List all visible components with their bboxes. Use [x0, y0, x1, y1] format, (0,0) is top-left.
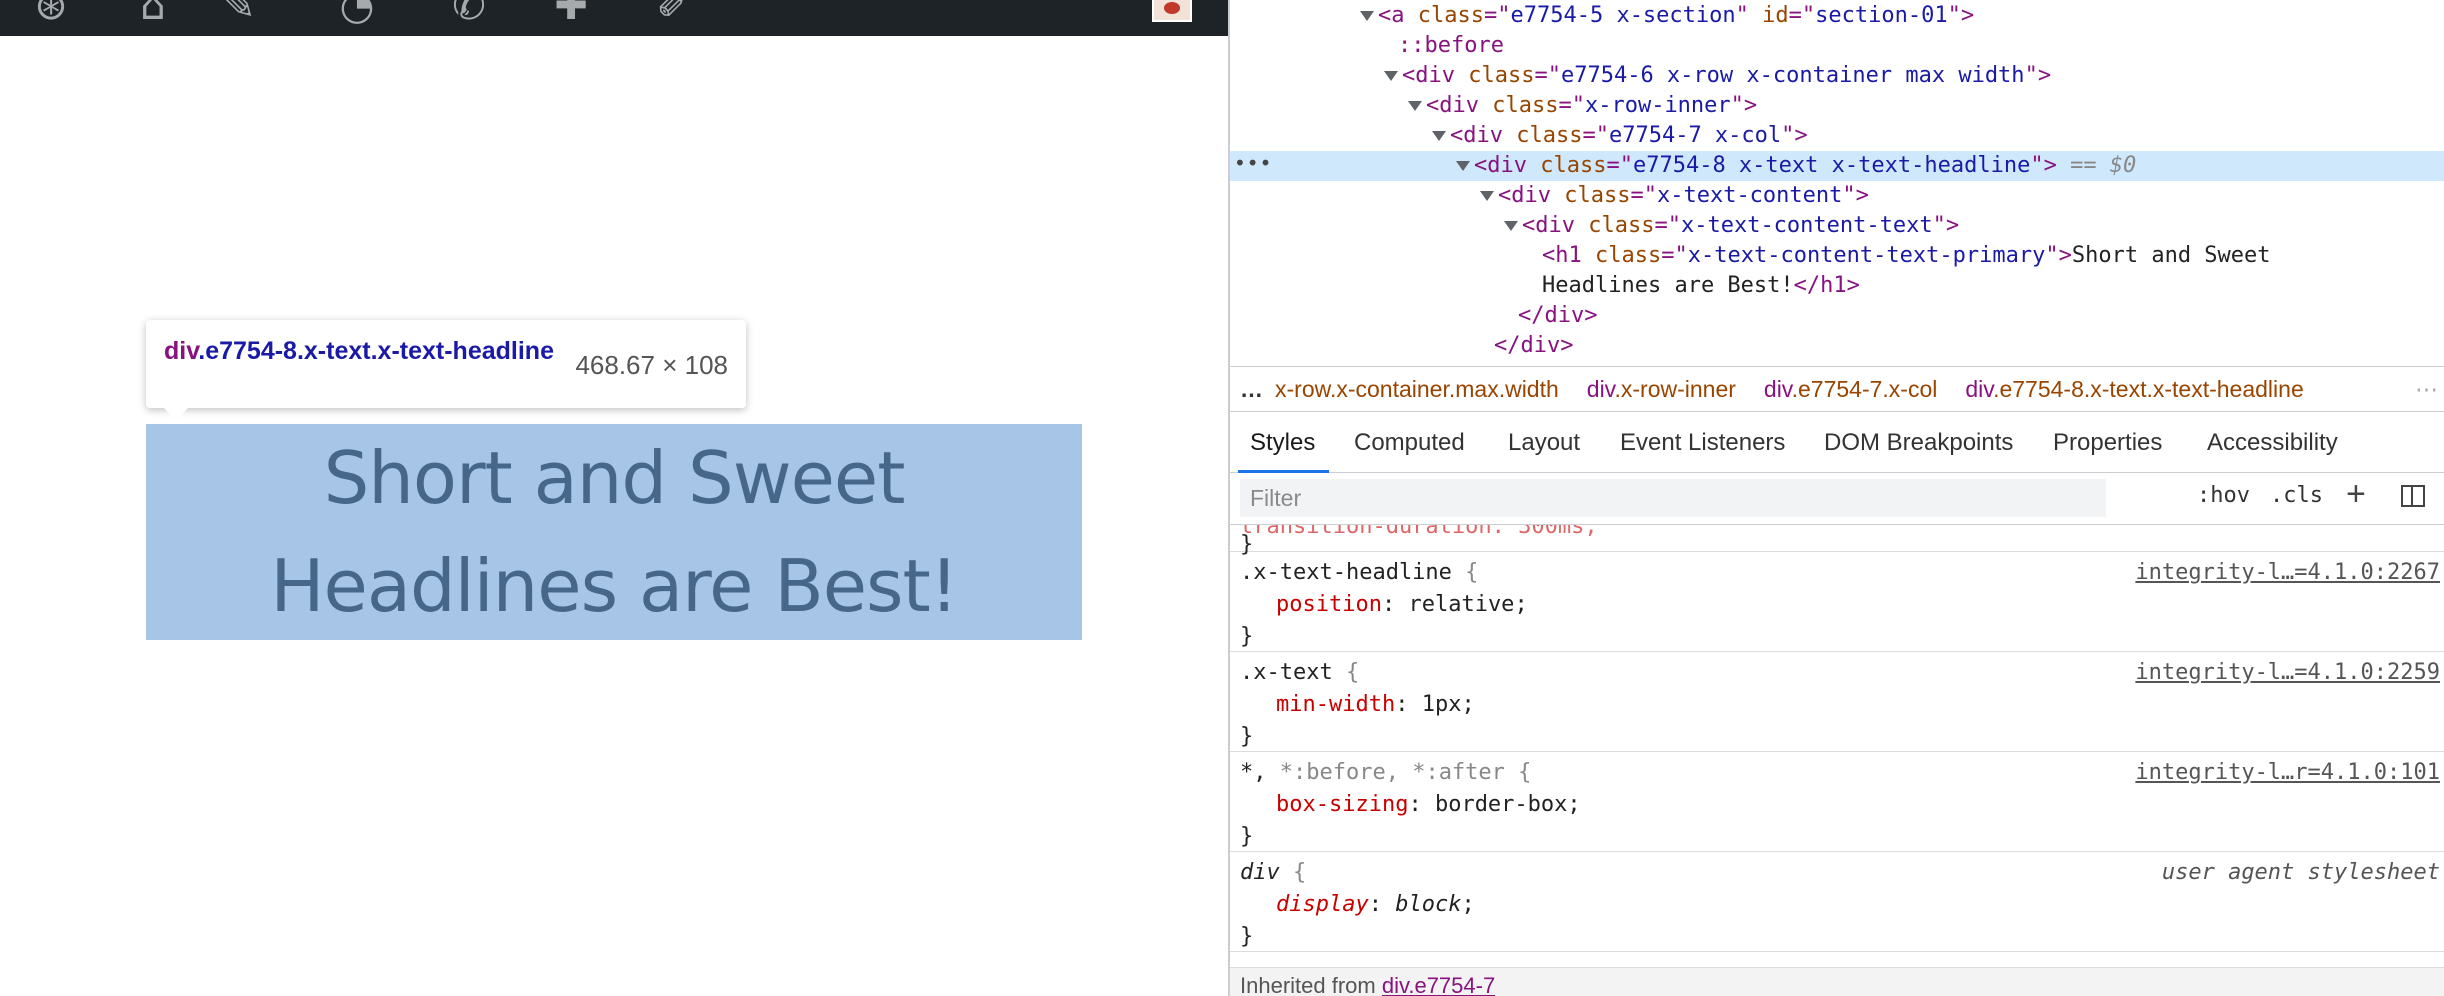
rule-source-link[interactable]: integrity-l…=4.1.0:2259: [2135, 657, 2440, 689]
edit-icon[interactable]: ✐: [650, 0, 696, 26]
style-declaration[interactable]: min-width: 1px;: [1240, 689, 1475, 721]
wp-admin-bar: ⊛ ⌂ ✎ ◔ ✆ ✚ ✐: [0, 0, 1228, 36]
rule-selector[interactable]: .x-text-headline {: [1240, 557, 1478, 589]
rule-source-link[interactable]: integrity-l…r=4.1.0:101: [2135, 757, 2440, 789]
rule-close-brace: }: [1240, 924, 1254, 949]
expand-triangle-icon[interactable]: [1408, 101, 1422, 111]
rule-close-brace: }: [1240, 824, 1254, 849]
tab-event-listeners[interactable]: Event Listeners: [1620, 412, 1785, 472]
breadcrumb-more-icon[interactable]: ⋯: [2415, 367, 2438, 411]
inspect-tooltip: div.e7754-8.x-text.x-text-headline 468.6…: [146, 320, 746, 420]
styles-rules-pane: transition-duration: 300ms; } .x-text-he…: [1230, 524, 2444, 996]
performance-icon[interactable]: ◔: [334, 0, 380, 26]
page-headline: Short and Sweet Headlines are Best!: [270, 436, 958, 628]
style-rule: div { user agent stylesheet display: block…: [1230, 851, 2444, 952]
new-style-rule-icon[interactable]: +: [2346, 475, 2366, 514]
style-rule-truncated: transition-duration: 300ms; }: [1230, 524, 2444, 557]
comments-icon[interactable]: ✆: [446, 0, 492, 26]
styles-filter-bar: :hov .cls +: [1230, 473, 2444, 523]
tooltip-tag: div: [164, 337, 199, 365]
rule-close-brace: }: [1240, 724, 1254, 749]
rule-source-link[interactable]: integrity-l…=4.1.0:2267: [2135, 557, 2440, 589]
truncated-declaration: transition-duration: 300ms;: [1240, 524, 1598, 539]
customize-icon[interactable]: ✎: [216, 0, 262, 26]
cls-toggle[interactable]: .cls: [2270, 483, 2323, 508]
wordpress-icon[interactable]: ⊛: [28, 0, 74, 26]
tab-layout[interactable]: Layout: [1508, 412, 1580, 472]
avatar[interactable]: [1152, 0, 1192, 22]
updates-icon[interactable]: ⌂: [130, 0, 176, 26]
expand-triangle-icon[interactable]: [1456, 161, 1470, 171]
inherited-label: Inherited from: [1240, 973, 1376, 996]
styles-filter-input[interactable]: [1240, 479, 2106, 517]
breadcrumb-item[interactable]: div.x-row-inner: [1587, 367, 1736, 411]
breadcrumb-item[interactable]: x-row.x-container.max.width: [1275, 367, 1559, 411]
style-declaration[interactable]: box-sizing: border-box;: [1240, 789, 1581, 821]
breadcrumb-item[interactable]: div.e7754-7.x-col: [1764, 367, 1937, 411]
style-rule: .x-text { integrity-l…=4.1.0:2259 min-widt…: [1230, 651, 2444, 752]
tooltip-selector: div.e7754-8.x-text.x-text-headline: [164, 336, 554, 366]
devtools-panel: <a class="e7754-5 x-section" id="section…: [1228, 0, 2444, 996]
dom-node-selected[interactable]: <div class="e7754-8 x-text x-text-headli…: [1230, 151, 2444, 181]
style-declaration[interactable]: position: relative;: [1240, 589, 1528, 621]
style-rule: .x-text-headline { integrity-l…=4.1.0:226…: [1230, 551, 2444, 652]
hov-toggle[interactable]: :hov: [2197, 483, 2250, 508]
breadcrumb-item[interactable]: div.e7754-8.x-text.x-text-headline: [1965, 367, 2303, 411]
rule-selector[interactable]: .x-text {: [1240, 657, 1359, 689]
tab-computed[interactable]: Computed: [1354, 412, 1465, 472]
page-viewport: ⊛ ⌂ ✎ ◔ ✆ ✚ ✐ Short and Sweet Headlines …: [0, 0, 1228, 996]
styles-tabbar: Styles Computed Layout Event Listeners DOM B…: [1230, 412, 2444, 473]
expand-triangle-icon[interactable]: [1504, 221, 1518, 231]
elements-dom-tree[interactable]: <a class="e7754-5 x-section" id="section…: [1230, 0, 2444, 364]
rule-source-link: user agent stylesheet: [2161, 860, 2440, 885]
tab-dom-breakpoints[interactable]: DOM Breakpoints: [1824, 412, 2013, 472]
expand-triangle-icon[interactable]: [1432, 131, 1446, 141]
tab-properties[interactable]: Properties: [2053, 412, 2162, 472]
style-rule: *, *:before, *:after { integrity-l…r=4.1.…: [1230, 751, 2444, 852]
tooltip-classes: .e7754-8.x-text.x-text-headline: [198, 337, 554, 365]
expand-triangle-icon[interactable]: [1360, 11, 1374, 21]
dom-more-actions-icon[interactable]: •••: [1234, 151, 1272, 175]
tab-styles[interactable]: Styles: [1237, 412, 1330, 473]
breadcrumb: … x-row.x-container.max.width div.x-row-in…: [1230, 366, 2444, 412]
expand-triangle-icon[interactable]: [1480, 191, 1494, 201]
toggle-sidebar-icon[interactable]: [2401, 485, 2425, 507]
tooltip-size: 468.67 × 108: [575, 350, 728, 380]
style-declaration[interactable]: display: block;: [1240, 889, 1475, 921]
inherited-ref-link[interactable]: div.e7754-7: [1382, 973, 1495, 996]
new-content-icon[interactable]: ✚: [548, 0, 594, 26]
breadcrumb-ellipsis[interactable]: …: [1240, 367, 1263, 411]
rule-selector[interactable]: *, *:before, *:after {: [1240, 757, 1531, 789]
expand-triangle-icon[interactable]: [1384, 71, 1398, 81]
rule-selector[interactable]: div {: [1240, 857, 1306, 889]
rule-close-brace: }: [1240, 624, 1254, 649]
inherited-from-section: Inherited from div.e7754-7: [1230, 967, 2444, 996]
tab-accessibility[interactable]: Accessibility: [2207, 412, 2338, 472]
